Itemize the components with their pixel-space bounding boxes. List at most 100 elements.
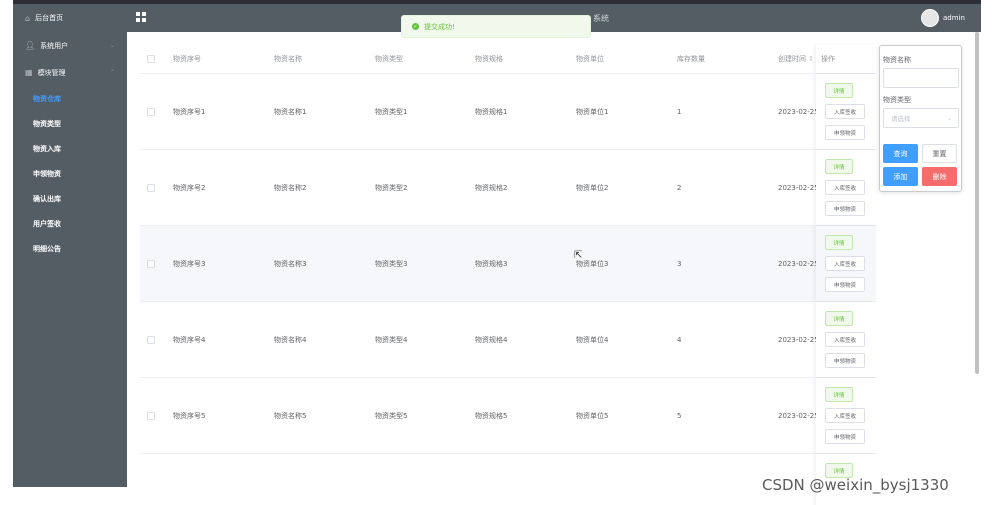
table-cell-name: 物资名称4	[274, 335, 307, 344]
stock-in-sign-button[interactable]: 入库签收	[825, 256, 865, 271]
sidebar-item-stock-in[interactable]: 物资入库	[13, 136, 127, 161]
table-cell-date: 2023-02-25	[778, 107, 819, 116]
sidebar-item-label: 确认出库	[33, 194, 61, 203]
sidebar-item-label: 物资仓库	[33, 94, 61, 103]
menu-toggle-icon[interactable]	[136, 12, 146, 22]
table-cell-id: 物资序号1	[173, 107, 206, 116]
sidebar-group-system-users[interactable]: 👤︎ 系统用户 ⌄	[13, 32, 127, 59]
table-header-row: 物资序号 物资名称 物资类型 物资规格 物资单位 库存数量 创建时间 ⇕ 操作	[140, 45, 876, 74]
sidebar-item-confirm-out[interactable]: 确认出库	[13, 186, 127, 211]
table-cell-date: 2023-02-25	[778, 259, 819, 268]
table-cell-spec: 物资规格2	[475, 183, 508, 192]
select-placeholder: 请选择	[891, 115, 911, 123]
user-name[interactable]: admin	[943, 14, 965, 22]
toast-message: 提交成功!	[424, 22, 455, 31]
table-cell-name: 物资名称2	[274, 183, 307, 192]
column-header: 库存数量	[677, 55, 705, 63]
search-panel: 物资名称 物资类型 请选择 ⌄ 查询 重置 添加 删除	[879, 45, 962, 192]
table-cell-spec: 物资规格4	[475, 335, 508, 344]
row-actions: 详情入库签收申领物资	[816, 302, 876, 377]
grid-icon: ▦	[25, 68, 33, 77]
table-row[interactable]: 物资序号4 物资名称4 物资类型4 物资规格4 物资单位4 4 2023-02-25 详情 入库…	[140, 302, 876, 378]
table-cell-unit: 物资单位4	[576, 335, 609, 344]
sidebar-item-label: 申领物资	[33, 169, 61, 178]
query-button[interactable]: 查询	[883, 144, 918, 163]
table-cell-type: 物资类型5	[375, 411, 408, 420]
table-cell-type: 物资类型4	[375, 335, 408, 344]
stock-in-sign-button[interactable]: 入库签收	[825, 180, 865, 195]
apply-material-button[interactable]: 申领物资	[825, 429, 865, 444]
table-cell-unit: 物资单位5	[576, 411, 609, 420]
row-checkbox[interactable]	[147, 335, 155, 344]
apply-material-button[interactable]: 申领物资	[825, 125, 865, 140]
row-checkbox[interactable]	[147, 411, 155, 420]
apply-material-button[interactable]: 申领物资	[825, 277, 865, 292]
sidebar-item-label: 物资入库	[33, 144, 61, 153]
materials-table: 物资序号 物资名称 物资类型 物资规格 物资单位 库存数量 创建时间 ⇕ 操作 …	[140, 45, 876, 505]
table-row[interactable]: 物资序号1 物资名称1 物资类型1 物资规格1 物资单位1 1 2023-02-25 详情 入库…	[140, 74, 876, 150]
sidebar-item-warehouse[interactable]: 物资仓库	[13, 86, 127, 111]
apply-material-button[interactable]: 申领物资	[825, 201, 865, 216]
detail-button[interactable]: 详情	[825, 159, 853, 174]
sidebar-home-label: 后台首页	[35, 14, 64, 22]
table-row[interactable]: 物资序号5 物资名称5 物资类型5 物资规格5 物资单位5 5 2023-02-25 详情 入库…	[140, 378, 876, 454]
row-checkbox[interactable]	[147, 259, 155, 268]
stock-in-sign-button[interactable]: 入库签收	[825, 332, 865, 347]
table-cell-date: 2023-02-25	[778, 183, 819, 192]
success-toast: ✓ 提交成功!	[401, 15, 591, 38]
column-header-label: 创建时间	[778, 55, 806, 63]
delete-button[interactable]: 删除	[922, 167, 957, 186]
material-name-input[interactable]	[883, 68, 959, 88]
column-header-label: 操作	[821, 55, 835, 63]
table-cell-spec: 物资规格1	[475, 107, 508, 116]
material-type-select[interactable]: 请选择 ⌄	[883, 108, 959, 128]
watermark: CSDN @weixin_bysj1330	[762, 476, 949, 494]
detail-button[interactable]: 详情	[825, 387, 853, 402]
table-cell-id: 物资序号4	[173, 335, 206, 344]
vertical-scrollbar[interactable]	[975, 32, 979, 374]
add-button[interactable]: 添加	[883, 167, 918, 186]
table-cell-spec: 物资规格3	[475, 259, 508, 268]
table-cell-id: 物资序号2	[173, 183, 206, 192]
chevron-down-icon: ⌄	[109, 42, 115, 49]
row-actions: 详情入库签收申领物资	[816, 378, 876, 453]
detail-button[interactable]: 详情	[825, 235, 853, 250]
sidebar-item-label: 明细公告	[33, 244, 61, 253]
reset-button[interactable]: 重置	[922, 144, 957, 163]
stock-in-sign-button[interactable]: 入库签收	[825, 104, 865, 119]
table-row[interactable]: 物资序号3 物资名称3 物资类型3 物资规格3 物资单位3 3 2023-02-25 详情 入库…	[140, 226, 876, 302]
table-cell-name: 物资名称5	[274, 411, 307, 420]
apply-material-button[interactable]: 申领物资	[825, 353, 865, 368]
table-cell-qty: 4	[677, 335, 682, 344]
sidebar-group-label: 模块管理	[37, 68, 66, 77]
user-icon: 👤︎	[25, 41, 36, 50]
sidebar-item-user-sign[interactable]: 用户签收	[13, 211, 127, 236]
table-cell-unit: 物资单位2	[576, 183, 609, 192]
table-cell-qty: 1	[677, 107, 682, 116]
table-row[interactable]: 物资序号2 物资名称2 物资类型2 物资规格2 物资单位2 2 2023-02-25 详情 入库…	[140, 150, 876, 226]
stock-in-sign-button[interactable]: 入库签收	[825, 408, 865, 423]
sidebar-group-label: 系统用户	[40, 41, 69, 50]
sidebar-item-notice[interactable]: 明细公告	[13, 236, 127, 261]
sidebar-item-material-type[interactable]: 物资类型	[13, 111, 127, 136]
table-cell-date: 2023-02-25	[778, 411, 819, 420]
row-checkbox[interactable]	[147, 183, 155, 192]
row-checkbox[interactable]	[147, 107, 155, 116]
avatar[interactable]	[921, 9, 939, 27]
column-header-created-time[interactable]: 创建时间 ⇕	[778, 45, 814, 73]
sidebar-group-modules[interactable]: ▦ 模块管理 ⌃	[13, 59, 127, 86]
column-header: 物资名称	[274, 55, 302, 63]
table-cell-name: 物资名称1	[274, 107, 307, 116]
table-cell-id: 物资序号5	[173, 411, 206, 420]
sidebar-item-apply[interactable]: 申领物资	[13, 161, 127, 186]
chevron-down-icon: ⌄	[946, 115, 952, 122]
select-all-checkbox[interactable]	[147, 55, 155, 63]
table-cell-type: 物资类型2	[375, 183, 408, 192]
detail-button[interactable]: 详情	[825, 311, 853, 326]
column-header: 物资规格	[475, 55, 503, 63]
sidebar-item-home[interactable]: ⌂ 后台首页	[13, 4, 127, 32]
chevron-up-icon: ⌃	[109, 69, 115, 76]
table-cell-date: 2023-02-25	[778, 335, 819, 344]
detail-button[interactable]: 详情	[825, 83, 853, 98]
table-cell-qty: 5	[677, 411, 682, 420]
